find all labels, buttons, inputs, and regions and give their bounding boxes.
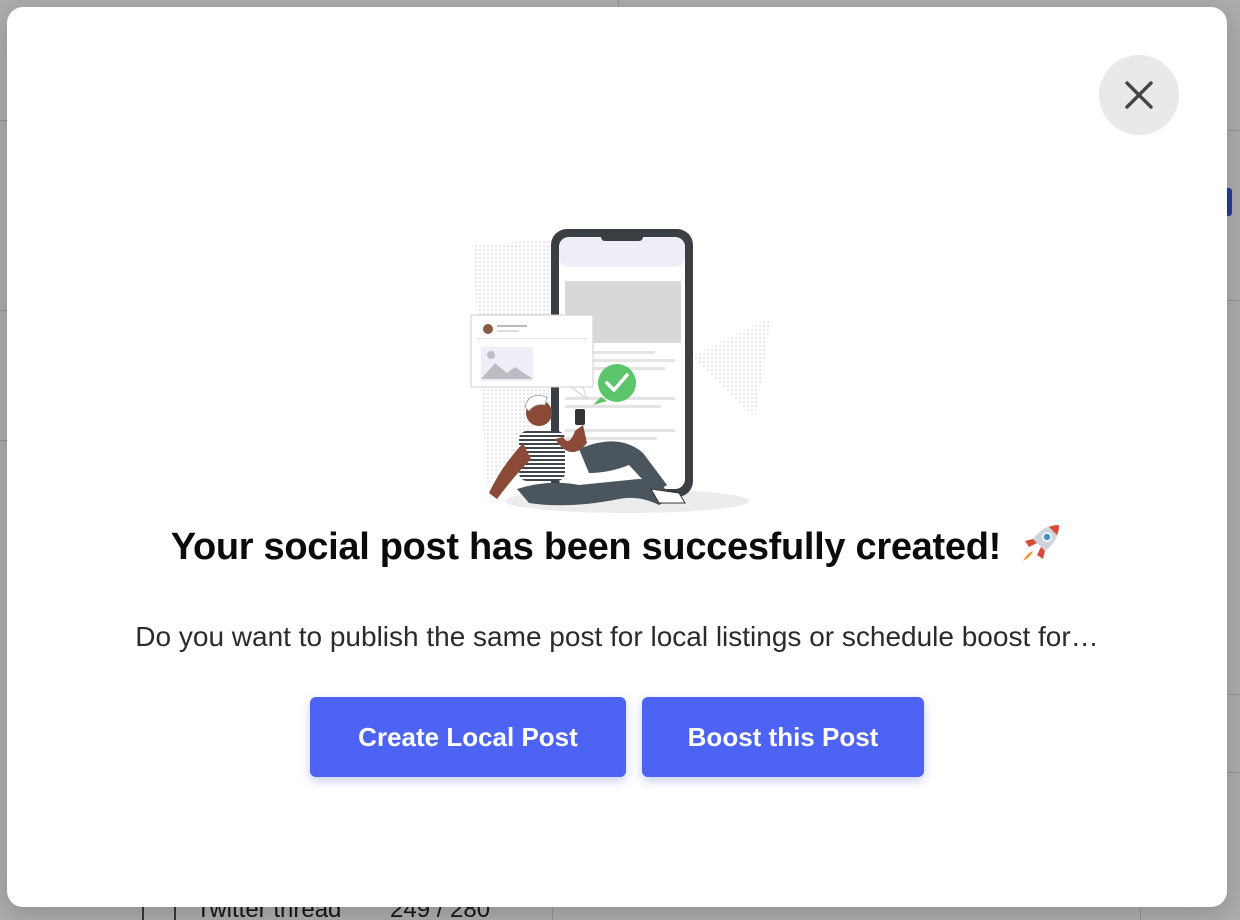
boost-post-button[interactable]: Boost this Post <box>642 697 924 777</box>
success-check-icon <box>598 364 636 402</box>
modal-subtitle: Do you want to publish the same post for… <box>135 621 1099 652</box>
success-modal: Your social post has been succesfully cr… <box>7 7 1227 907</box>
rocket-icon <box>1023 525 1060 561</box>
modal-title: Your social post has been succesfully cr… <box>7 521 1227 569</box>
modal-title-text: Your social post has been succesfully cr… <box>170 526 1002 568</box>
close-button[interactable] <box>1099 55 1179 135</box>
dotted-shape <box>691 317 771 417</box>
person-with-phone-illustration <box>470 229 771 513</box>
create-local-post-button[interactable]: Create Local Post <box>310 697 626 777</box>
close-icon <box>1125 81 1153 109</box>
